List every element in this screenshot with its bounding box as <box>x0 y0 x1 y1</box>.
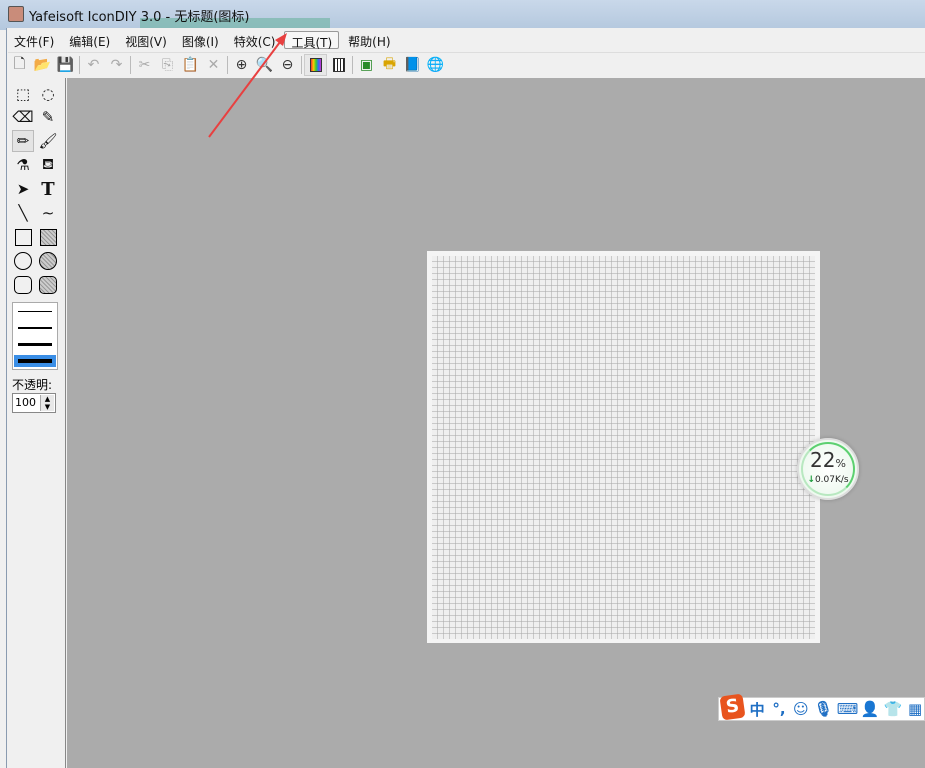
menu-file[interactable]: 文件(F) <box>8 31 60 49</box>
toolbar: 🗋 📂 💾 ↶ ↷ ✂ ⎘ 📋 ✕ ⊕ 🔍 ⊖ ▣ 🖶 📘 🌐 <box>8 52 925 76</box>
line-width-3[interactable] <box>18 343 52 346</box>
line-width-picker <box>12 302 58 370</box>
microphone-icon[interactable]: 🎙 <box>814 700 833 718</box>
print-icon[interactable]: 🖶 <box>378 54 401 76</box>
save-icon[interactable]: 💾 <box>54 54 77 76</box>
toolbox-grid-icon[interactable]: ▦ <box>906 700 924 718</box>
red-arrow-annotation <box>208 33 287 138</box>
grayscale-palette-icon[interactable] <box>327 54 350 76</box>
window-title: Yafeisoft IconDIY 3.0 - 无标题(图标) <box>29 10 250 25</box>
keyboard-icon[interactable]: ⌨ <box>837 700 859 718</box>
menu-view[interactable]: 视图(V) <box>119 31 173 49</box>
open-folder-icon[interactable]: 📂 <box>31 54 54 76</box>
toolbox: ⬚ ◌ ⌫ ✎ ✏ 🖌 ⚗ ⛾ ➤ T ╲ ∼ 不透明: 100 ▲ ▼ <box>8 78 66 768</box>
app-icon <box>8 6 24 22</box>
icon-canvas[interactable] <box>432 256 815 639</box>
workspace <box>67 78 925 768</box>
line-width-4[interactable] <box>14 355 56 367</box>
ime-toolbar: S 中 °, ☺ 🎙 ⌨ 👤 👕 ▦ <box>718 693 925 721</box>
icon-canvas-frame <box>427 251 820 643</box>
line-width-1[interactable] <box>18 311 52 312</box>
fill-bucket-icon[interactable]: ⛾ <box>37 154 59 176</box>
menu-edit[interactable]: 编辑(E) <box>63 31 116 49</box>
rect-select-icon[interactable]: ⬚ <box>12 83 34 105</box>
menu-help[interactable]: 帮助(H) <box>342 31 396 49</box>
filled-rounded-rect-icon[interactable] <box>37 274 59 296</box>
cut-icon[interactable]: ✂ <box>133 54 156 76</box>
opacity-value[interactable]: 100 <box>15 396 36 409</box>
text-icon[interactable]: T <box>37 178 59 200</box>
brush-icon[interactable]: 🖌 <box>37 130 59 152</box>
title-bar: Yafeisoft IconDIY 3.0 - 无标题(图标) <box>0 0 925 30</box>
toolbar-separator <box>301 55 302 74</box>
paste-icon[interactable]: 📋 <box>179 54 202 76</box>
color-palette-icon[interactable] <box>304 53 327 76</box>
download-arrow-icon: ↓ <box>807 475 815 485</box>
toolbar-separator <box>352 55 353 74</box>
help-book-icon[interactable]: 📘 <box>401 54 424 76</box>
new-file-icon[interactable]: 🗋 <box>8 54 31 76</box>
spray-icon[interactable]: ⚗ <box>12 154 34 176</box>
eraser-icon[interactable]: ⌫ <box>12 106 34 128</box>
network-monitor-widget[interactable]: 22% ↓0.07K/s <box>797 438 859 500</box>
skin-shirt-icon[interactable]: 👕 <box>883 700 902 718</box>
ime-mode[interactable]: 中 <box>748 699 766 720</box>
filled-rectangle-icon[interactable] <box>37 226 59 248</box>
line-icon[interactable]: ╲ <box>12 202 34 224</box>
lasso-select-icon[interactable]: ◌ <box>37 83 59 105</box>
toolbar-separator <box>130 55 131 74</box>
rounded-rect-icon[interactable] <box>12 274 34 296</box>
user-icon[interactable]: 👤 <box>861 700 880 718</box>
toolbar-separator <box>79 55 80 74</box>
emoji-icon[interactable]: ☺ <box>792 700 810 718</box>
opacity-label: 不透明: <box>12 378 53 392</box>
curve-icon[interactable]: ∼ <box>37 202 59 224</box>
web-globe-icon[interactable]: 🌐 <box>424 54 447 76</box>
menu-bar: 文件(F) 编辑(E) 视图(V) 图像(I) 特效(C) 工具(T) 帮助(H… <box>8 30 925 50</box>
filled-ellipse-icon[interactable] <box>37 250 59 272</box>
line-width-2[interactable] <box>18 327 52 329</box>
move-icon[interactable]: ➤ <box>12 178 34 200</box>
sogou-logo-icon[interactable]: S <box>719 693 746 721</box>
undo-icon[interactable]: ↶ <box>82 54 105 76</box>
rectangle-icon[interactable] <box>12 226 34 248</box>
export-icon[interactable]: ▣ <box>355 54 378 76</box>
ellipse-icon[interactable] <box>12 250 34 272</box>
ime-punctuation[interactable]: °, <box>770 700 788 718</box>
redo-icon[interactable]: ↷ <box>105 54 128 76</box>
net-percent-sign: % <box>835 457 846 470</box>
opacity-spinner[interactable]: 100 ▲ ▼ <box>12 393 56 413</box>
copy-icon[interactable]: ⎘ <box>156 54 179 76</box>
net-percent: 22 <box>810 448 836 472</box>
pencil-icon[interactable]: ✏ <box>12 130 34 152</box>
eyedropper-icon[interactable]: ✎ <box>37 106 59 128</box>
net-speed: 0.07K/s <box>814 475 849 485</box>
spinner-arrows-icon[interactable]: ▲ ▼ <box>40 395 54 411</box>
